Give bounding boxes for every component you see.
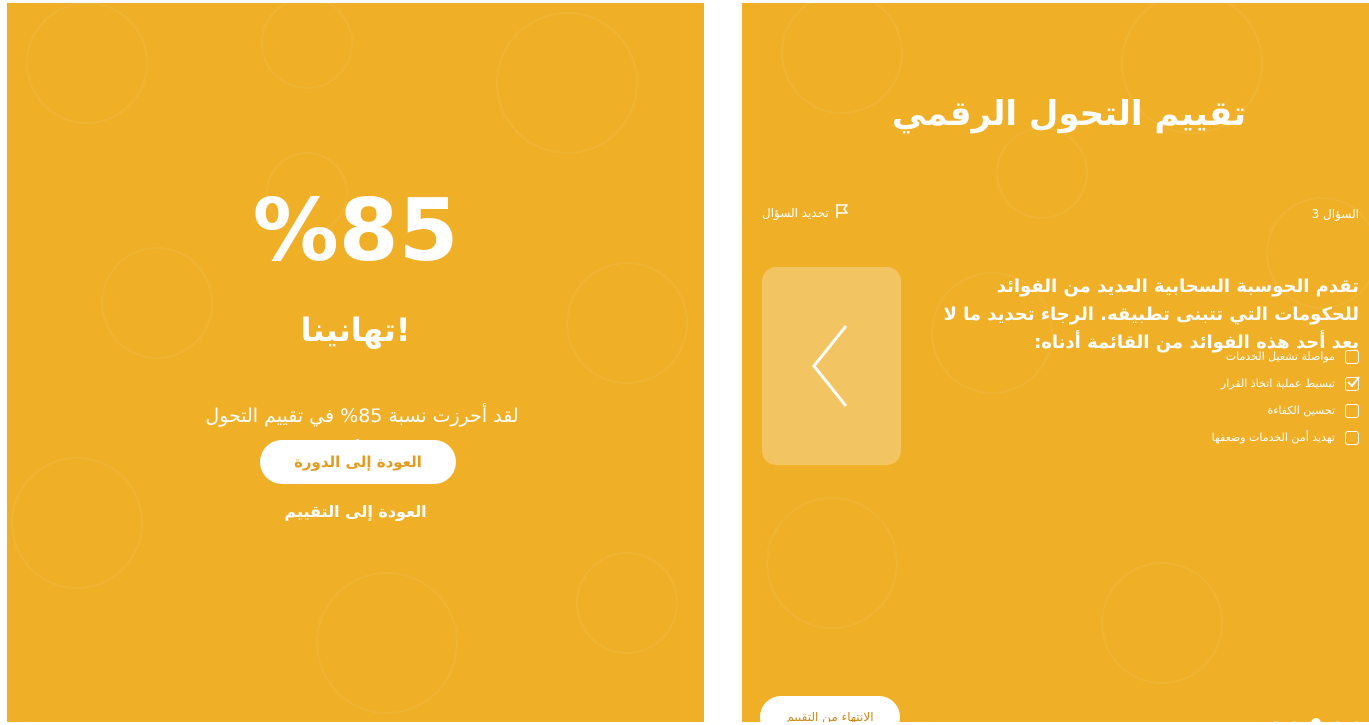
finish-assessment-button[interactable]: الانتهاء من التقييم: [760, 696, 900, 722]
flag-icon: [835, 203, 849, 222]
option-item[interactable]: مواصلة تشغيل الخدمات: [1059, 343, 1359, 370]
answer-options: مواصلة تشغيل الخدمات تبسيط عملية اتخاذ ا…: [1059, 343, 1360, 451]
back-to-assessment-link[interactable]: العودة إلى التقييم: [7, 499, 704, 525]
previous-question-button[interactable]: [762, 267, 901, 465]
pagination-dot[interactable]: [1335, 720, 1340, 722]
pagination-dot[interactable]: [1273, 720, 1278, 722]
checkbox[interactable]: [1345, 430, 1359, 445]
flag-question-label: تحديد السؤال: [762, 205, 829, 220]
pagination-dot[interactable]: [1292, 720, 1297, 722]
question-number: السؤال 3: [1311, 207, 1359, 221]
pagination-dot-active[interactable]: [1311, 718, 1321, 722]
checkbox[interactable]: [1345, 349, 1359, 364]
checkbox-checked-icon[interactable]: [1345, 375, 1360, 391]
option-item[interactable]: تحسين الكفاءة: [1059, 397, 1359, 424]
option-item[interactable]: تبسيط عملية اتخاذ القرار: [1059, 370, 1360, 397]
option-label: مواصلة تشغيل الخدمات: [1225, 350, 1335, 363]
results-panel: %85 تهانينا! لقد أحرزت نسبة 85% في تقييم…: [7, 3, 704, 722]
score-percentage: %85: [252, 181, 459, 281]
option-label: تبسيط عملية اتخاذ القرار: [1220, 377, 1335, 390]
assessment-title: تقييم التحول الرقمي: [892, 94, 1246, 134]
pagination-dots: [1273, 718, 1359, 722]
option-item[interactable]: تهديد أمن الخدمات وضعفها: [1059, 424, 1359, 451]
option-label: تهديد أمن الخدمات وضعفها: [1211, 431, 1335, 444]
chevron-left-icon: [812, 325, 848, 407]
background-pattern: [11, 3, 688, 714]
pagination-dot[interactable]: [1354, 720, 1359, 722]
option-label: تحسين الكفاءة: [1267, 404, 1336, 417]
flag-question-button[interactable]: تحديد السؤال: [762, 203, 849, 222]
back-to-course-button[interactable]: العودة إلى الدورة: [260, 440, 456, 484]
checkbox[interactable]: [1345, 403, 1359, 418]
quiz-panel: تقييم التحول الرقمي السؤال 3 تحديد السؤا…: [742, 3, 1369, 722]
congrats-heading: تهانينا!: [300, 311, 411, 349]
